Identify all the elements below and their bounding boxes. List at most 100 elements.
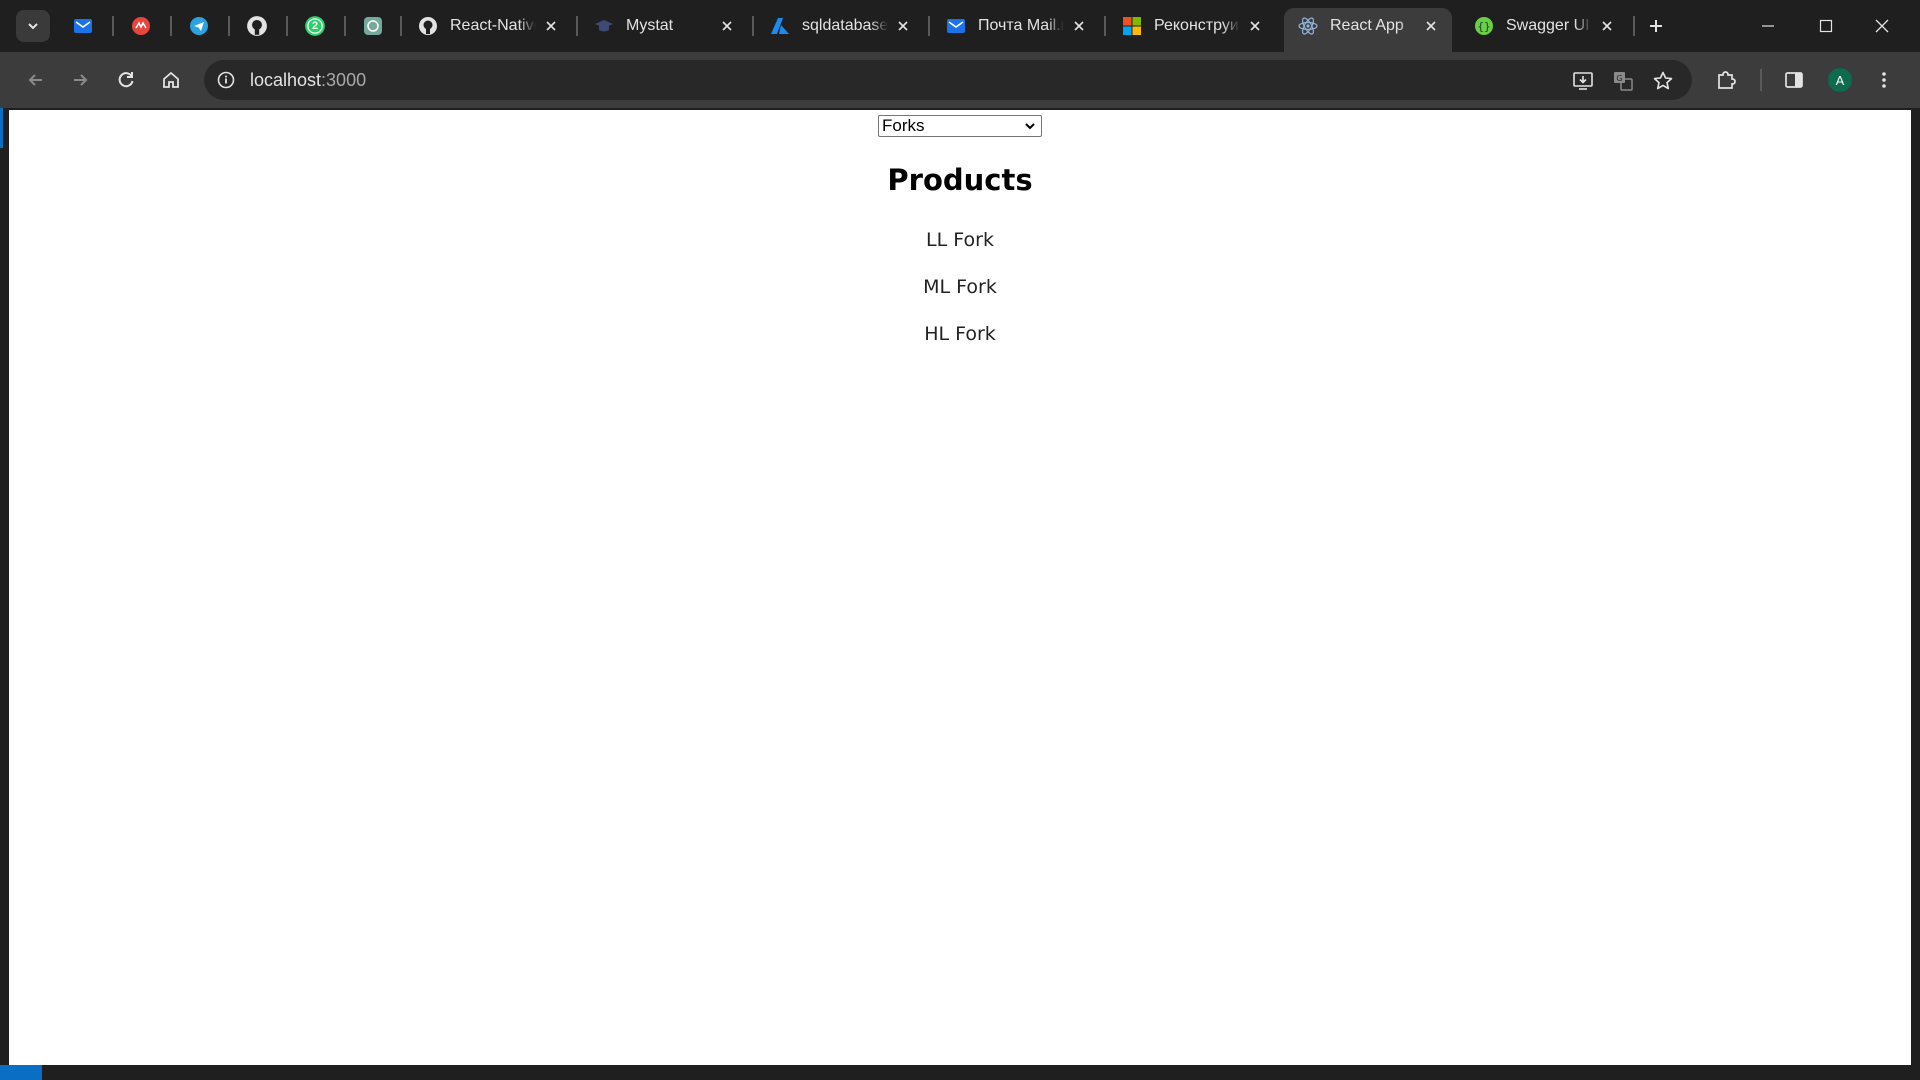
side-panel-icon [1785,72,1803,88]
tab-react-app[interactable]: React App [1284,8,1452,52]
forward-button[interactable] [64,64,96,96]
right-window-edge [1911,108,1920,1068]
close-tab-icon[interactable] [1422,17,1440,35]
underlying-status-bar [0,1065,1920,1080]
microsoft-icon [1123,17,1141,35]
maximize-icon [1819,19,1833,33]
github-icon [247,16,267,36]
browser-toolbar: localhost:3000 G A [0,52,1920,108]
menu-button[interactable] [1868,64,1900,96]
side-panel-button[interactable] [1778,64,1810,96]
tab-title: sqldatabase ( [802,17,888,34]
tab-separator [344,16,346,36]
tab-title: React-Native [450,17,536,34]
url-text[interactable]: localhost:3000 [250,70,366,91]
tab-separator [286,16,288,36]
arrow-left-icon [28,74,42,86]
chatgpt-icon [364,17,382,35]
gmail-like-icon [132,17,150,35]
tab-strip: 2 React-Native Mystat sqldatabase ( Почт… [0,0,1920,52]
close-icon [1875,19,1889,33]
pinned-tab-whatsapp[interactable]: 2 [295,8,335,44]
graduation-cap-icon [595,20,613,32]
left-window-edge [0,108,9,1068]
pinned-tab-github[interactable] [237,8,277,44]
svg-text:{}: {} [1477,20,1490,33]
tab-separator [170,16,172,36]
plus-icon [1650,20,1662,32]
reload-icon [118,72,134,88]
list-item: LL Fork [926,229,994,251]
tab-title: Реконструир [1154,17,1240,34]
tab-separator [576,16,578,36]
page-title: Products [887,163,1033,197]
maximize-button[interactable] [1806,6,1846,46]
react-icon [1298,17,1318,35]
back-button[interactable] [20,64,52,96]
puzzle-icon [1718,71,1736,89]
tab-swagger[interactable]: {} Swagger UI [1460,8,1628,52]
toolbar-separator [1760,69,1762,91]
url-port: :3000 [321,70,367,90]
close-tab-icon[interactable] [1598,17,1616,35]
tab-separator [228,16,230,36]
github-icon [419,17,437,35]
mail-icon [947,19,965,33]
close-tab-icon[interactable] [718,17,736,35]
tab-title: Swagger UI [1506,17,1590,34]
arrow-right-icon [74,74,88,86]
home-button[interactable] [155,64,187,96]
swagger-icon: {} [1475,17,1493,35]
tab-mail-ru[interactable]: Почта Mail.ru [932,8,1100,52]
tab-microsoft[interactable]: Реконструир [1108,8,1276,52]
install-app-icon[interactable] [1570,68,1596,94]
close-tab-icon[interactable] [542,17,560,35]
pinned-tab-chatgpt[interactable] [353,8,393,44]
outlook-icon [74,19,92,33]
tab-sqldatabase[interactable]: sqldatabase ( [756,8,924,52]
tab-separator [400,16,402,36]
close-tab-icon[interactable] [894,17,912,35]
remote-indicator [0,1065,42,1080]
whatsapp-badge: 2 [311,20,319,32]
category-select[interactable]: Forks [878,115,1042,137]
tab-separator [752,16,754,36]
tab-title: Почта Mail.ru [978,17,1064,34]
page-viewport: Forks Products LL Fork ML Fork HL Fork [9,110,1911,1065]
chevron-down-icon [1025,123,1035,130]
chevron-down-icon [28,23,38,30]
svg-text:G: G [1616,74,1622,83]
tab-separator [928,16,930,36]
reload-button[interactable] [110,64,142,96]
profile-avatar[interactable]: A [1828,68,1852,92]
close-window-button[interactable] [1862,6,1902,46]
tab-mystat[interactable]: Mystat [580,8,748,52]
address-bar[interactable]: localhost:3000 G [204,60,1692,100]
minimize-button[interactable] [1748,6,1788,46]
url-host: localhost [250,70,322,90]
telegram-icon [190,17,208,35]
site-info-icon[interactable] [216,70,236,90]
pinned-tab-app[interactable] [121,8,161,44]
list-item: HL Fork [924,323,996,345]
translate-icon[interactable]: G [1610,68,1636,94]
tab-search-button[interactable] [16,10,50,42]
pinned-tab-telegram[interactable] [179,8,219,44]
close-tab-icon[interactable] [1070,17,1088,35]
new-tab-button[interactable] [1642,12,1670,40]
kebab-menu-icon [1882,72,1886,88]
minimize-icon [1762,25,1774,27]
tab-separator [1104,16,1106,36]
pinned-tab-outlook[interactable] [63,8,103,44]
bookmark-star-icon[interactable] [1650,68,1676,94]
tab-separator [112,16,114,36]
tab-react-native[interactable]: React-Native [404,8,572,52]
extensions-button[interactable] [1710,64,1742,96]
close-tab-icon[interactable] [1246,17,1264,35]
tab-title: Mystat [626,17,674,34]
tab-separator [1633,16,1635,36]
product-list: LL Fork ML Fork HL Fork [9,229,1911,370]
tab-title: React App [1330,17,1404,34]
azure-icon [771,18,789,34]
list-item: ML Fork [923,276,997,298]
